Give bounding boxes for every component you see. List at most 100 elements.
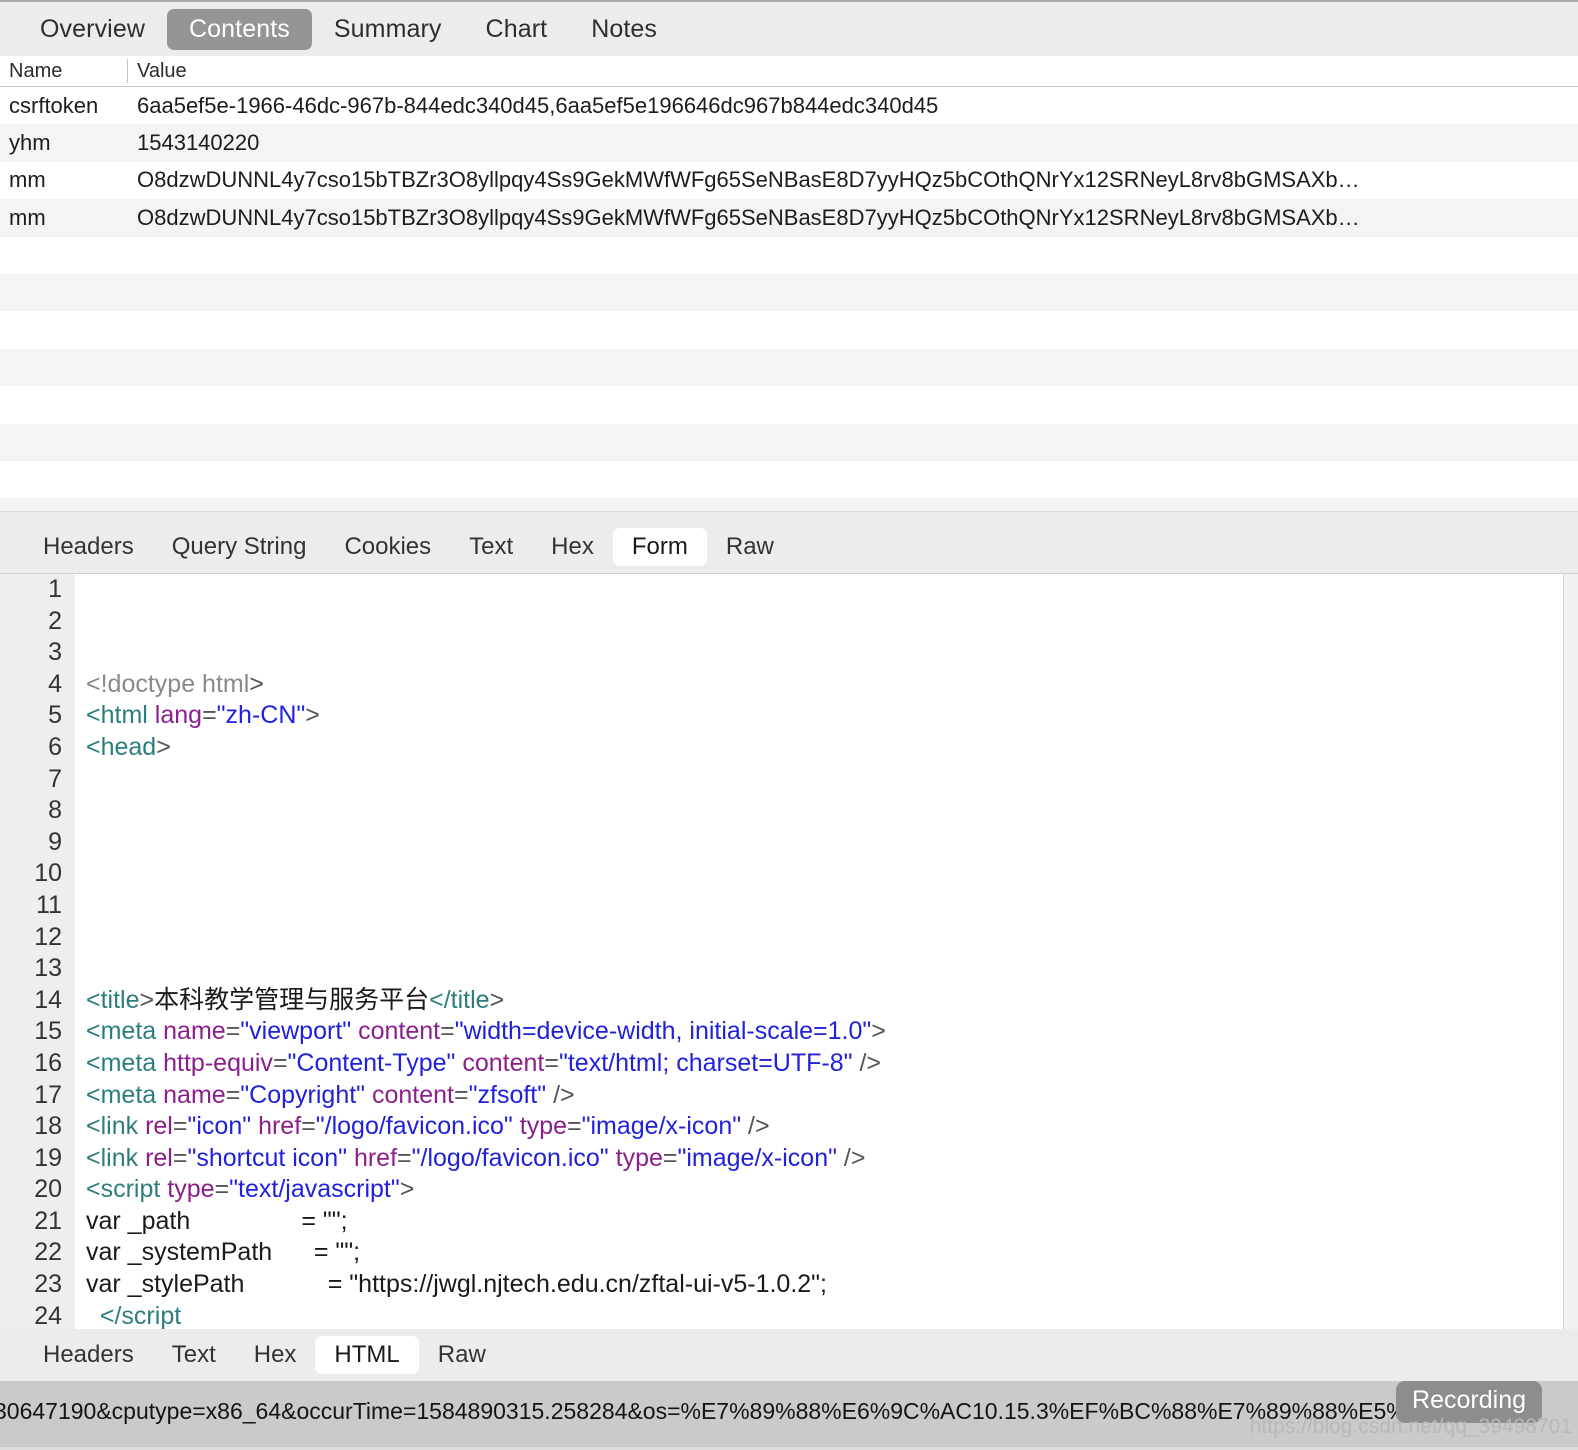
code-token: = (454, 1080, 469, 1109)
code-token: name (163, 1017, 226, 1046)
line-content: <meta http-equiv="Content-Type" content=… (86, 1048, 881, 1080)
request-tab-headers[interactable]: Headers (24, 528, 153, 566)
table-row-empty[interactable] (0, 423, 1578, 461)
code-line: 7 (0, 764, 1563, 796)
table-row[interactable]: csrftoken 6aa5ef5e-1966-46dc-967b-844edc3… (0, 87, 1578, 125)
code-token: "image/x-icon" (581, 1112, 742, 1141)
line-content: <title>本科教学管理与服务平台</title> (86, 985, 504, 1017)
line-number: 9 (48, 827, 62, 856)
cell-value: O8dzwDUNNL4y7cso15bTBZr3O8yllpqy4Ss9GekM… (137, 204, 1360, 230)
table-row-empty[interactable] (0, 460, 1578, 499)
table-row[interactable]: mm O8dzwDUNNL4y7cso15bTBZr3O8yllpqy4Ss9Ge… (0, 161, 1578, 200)
response-tab-bar: Headers Text Hex HTML Raw (0, 1329, 1578, 1381)
line-content: var _systemPath = ""; (86, 1237, 360, 1269)
code-line: 22 var _systemPath = ""; (0, 1237, 1563, 1269)
line-content: <!doctype html> (86, 669, 264, 701)
code-token: "width=device-width, initial-scale=1.0" (454, 1017, 872, 1046)
code-token: = (397, 1143, 412, 1172)
request-tab-hex[interactable]: Hex (532, 528, 613, 566)
code-line: 20 <script type="text/javascript"> (0, 1174, 1563, 1206)
line-content: <head> (86, 732, 171, 764)
code-token: http-equiv (163, 1048, 273, 1077)
line-number: 7 (48, 764, 62, 793)
code-token: rel (145, 1143, 173, 1172)
tab-contents[interactable]: Contents (167, 8, 312, 50)
table-row-empty[interactable] (0, 498, 1578, 511)
code-token: "/logo/favicon.ico" (411, 1143, 609, 1172)
response-tab-hex[interactable]: Hex (235, 1336, 316, 1374)
code-token: type (519, 1112, 568, 1141)
line-number: 19 (34, 1143, 62, 1172)
code-token: /> (836, 1143, 866, 1172)
response-tab-headers[interactable]: Headers (24, 1336, 153, 1374)
line-number: 3 (48, 638, 62, 667)
code-token: rel (145, 1112, 173, 1141)
table-row-empty[interactable] (0, 348, 1578, 387)
code-line: 15 <meta name="viewport" content="width=d… (0, 1016, 1563, 1048)
code-token: var _stylePath = "https://jwgl.njtech.ed… (86, 1270, 828, 1299)
tab-summary[interactable]: Summary (312, 9, 464, 50)
code-token: 本科教学管理与服务平台 (154, 985, 430, 1014)
code-line: 21 var _path = ""; (0, 1206, 1563, 1238)
code-token: "Content-Type" (287, 1048, 456, 1077)
status-bar: 30647190&cputype=x86_64&occurTime=158489… (0, 1381, 1578, 1450)
code-token: type (615, 1143, 663, 1172)
code-line: 14 <title>本科教学管理与服务平台</title> (0, 985, 1563, 1017)
request-tab-cookies[interactable]: Cookies (325, 528, 450, 566)
request-tab-form[interactable]: Form (612, 528, 707, 566)
column-header-name[interactable]: Name (9, 60, 62, 83)
code-line: 11 (0, 890, 1563, 922)
code-token: <meta (86, 1017, 157, 1046)
table-row-empty[interactable] (0, 273, 1578, 312)
line-number: 10 (34, 859, 62, 888)
request-tab-raw[interactable]: Raw (707, 528, 793, 566)
code-token: <html (86, 701, 148, 730)
code-line: 12 (0, 922, 1563, 954)
tab-chart[interactable]: Chart (464, 9, 570, 50)
code-token: = (301, 1112, 316, 1141)
line-number: 4 (48, 669, 62, 698)
watermark-text: https://blog.csdn.net/qq_39498701 (1249, 1415, 1572, 1438)
cell-value: 6aa5ef5e-1966-46dc-967b-844edc340d45,6aa… (137, 92, 939, 118)
table-row-empty[interactable] (0, 386, 1578, 424)
status-url-text: 30647190&cputype=x86_64&occurTime=158489… (0, 1398, 1443, 1424)
code-token: href (258, 1112, 302, 1141)
response-tab-html[interactable]: HTML (315, 1336, 419, 1374)
line-content: <meta name="Copyright" content="zfsoft" … (86, 1080, 575, 1112)
response-tab-raw[interactable]: Raw (419, 1336, 505, 1374)
code-token: = (214, 1175, 230, 1204)
table-row[interactable]: mm O8dzwDUNNL4y7cso15bTBZr3O8yllpqy4Ss9Ge… (0, 199, 1578, 237)
code-token: = (172, 1143, 188, 1172)
vertical-scrollbar[interactable] (1563, 574, 1578, 1329)
code-token: "text/javascript" (229, 1175, 400, 1204)
tab-notes[interactable]: Notes (569, 9, 679, 50)
code-line: 10 (0, 858, 1563, 890)
table-row-empty[interactable] (0, 311, 1578, 349)
line-number: 18 (34, 1112, 62, 1141)
line-content: <link rel="icon" href="/logo/favicon.ico… (86, 1111, 770, 1143)
line-number: 6 (48, 732, 62, 761)
table-body: csrftoken 6aa5ef5e-1966-46dc-967b-844edc3… (0, 87, 1578, 511)
code-token: "Copyright" (240, 1080, 366, 1109)
cell-name: mm (9, 167, 46, 193)
code-viewer: 1 2 3 4 <!doctype html> 5 <html lang="zh-CN"> 6… (0, 573, 1578, 1329)
panel-splitter[interactable] (0, 511, 1578, 521)
code-lines[interactable]: 1 2 3 4 <!doctype html> 5 <html lang="zh-CN"> 6… (0, 574, 1563, 1329)
column-divider[interactable] (127, 59, 128, 83)
response-tab-text[interactable]: Text (153, 1336, 235, 1374)
code-token: content (462, 1048, 545, 1077)
line-number: 8 (48, 796, 62, 825)
table-row-empty[interactable] (0, 236, 1578, 274)
code-line: 2 (0, 606, 1563, 638)
request-tab-text[interactable]: Text (450, 528, 532, 566)
table-row[interactable]: yhm 1543140220 (0, 124, 1578, 162)
line-number: 20 (34, 1175, 62, 1204)
code-token: <title (86, 985, 140, 1014)
request-tab-query-string[interactable]: Query String (153, 528, 326, 566)
code-line: 6 <head> (0, 732, 1563, 764)
column-header-value[interactable]: Value (137, 60, 187, 83)
tab-overview[interactable]: Overview (18, 9, 167, 50)
cell-value: O8dzwDUNNL4y7cso15bTBZr3O8yllpqy4Ss9GekM… (137, 167, 1360, 193)
